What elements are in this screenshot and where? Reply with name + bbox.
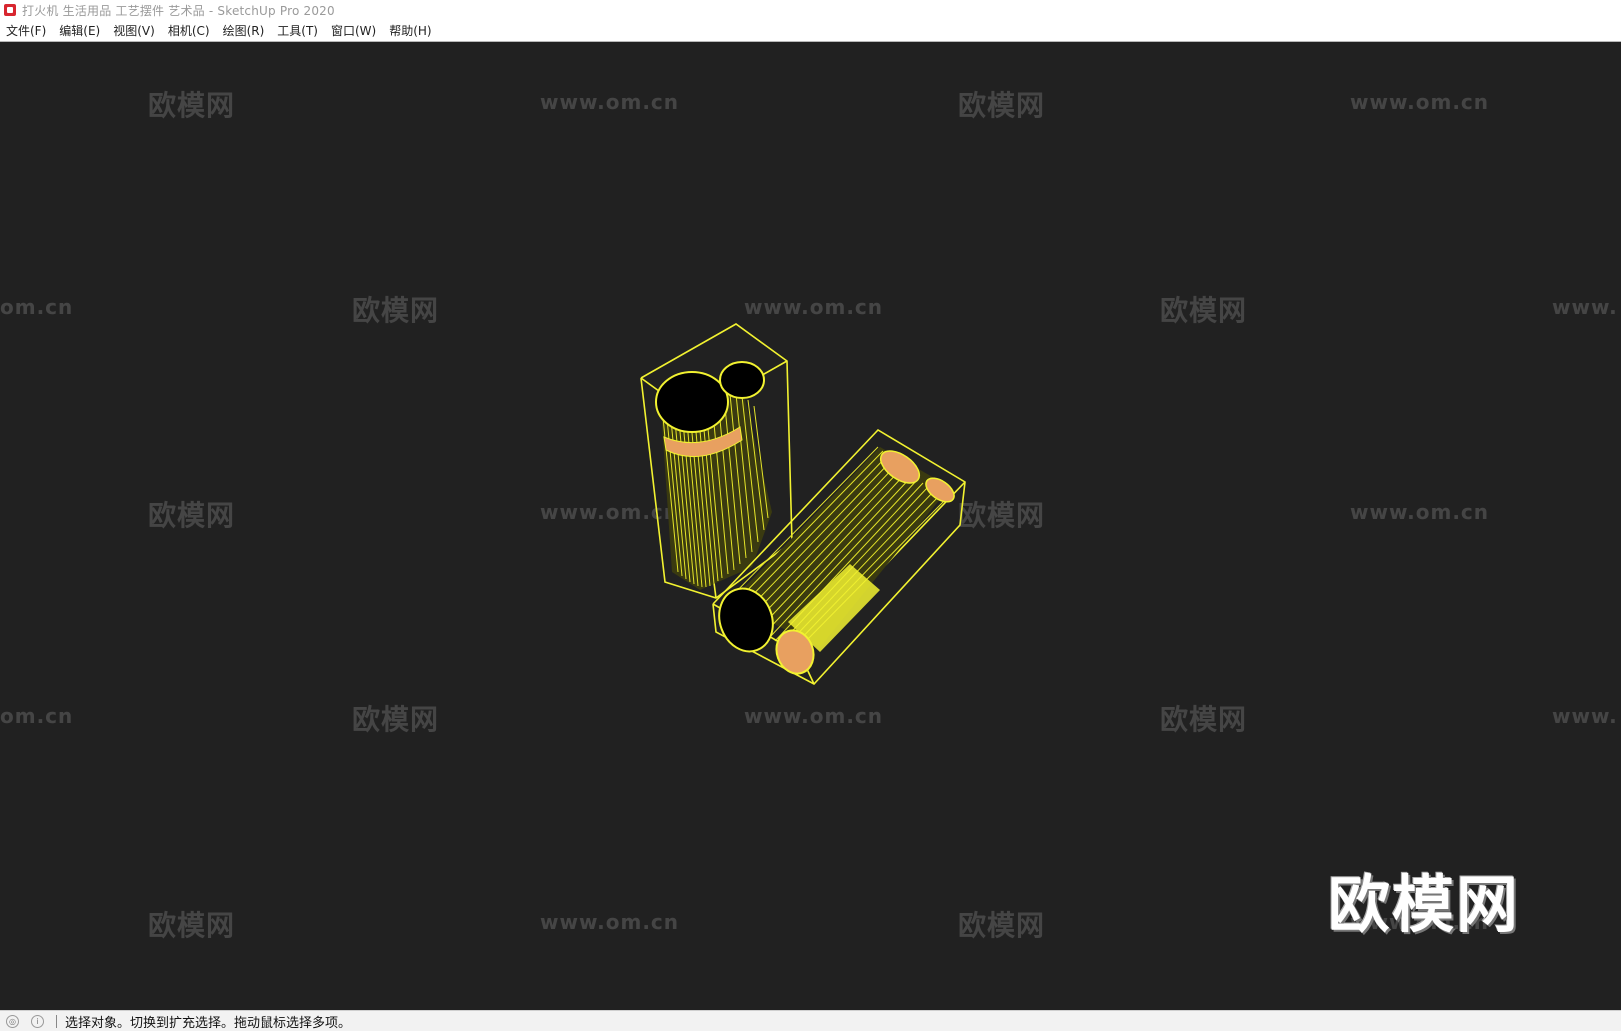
info-icon[interactable]: i <box>31 1014 44 1028</box>
sketchup-icon <box>4 4 16 16</box>
menu-help[interactable]: 帮助(H) <box>383 22 437 39</box>
menu-window[interactable]: 窗口(W) <box>325 22 382 39</box>
status-text: 选择对象。切换到扩充选择。拖动鼠标选择多项。 <box>65 1015 352 1031</box>
menu-edit[interactable]: 编辑(E) <box>53 22 106 39</box>
lighter-upright-model[interactable] <box>640 323 793 599</box>
model-viewport[interactable]: 欧模网 www.om.cn 欧模网 www.om.cn om.cn 欧模网 ww… <box>0 42 1621 1010</box>
menu-view[interactable]: 视图(V) <box>107 22 161 39</box>
geo-location-icon[interactable]: ◎ <box>6 1014 19 1028</box>
status-divider <box>56 1014 57 1028</box>
model-canvas[interactable] <box>0 42 1621 1010</box>
menu-tools[interactable]: 工具(T) <box>271 22 324 39</box>
menu-file[interactable]: 文件(F) <box>0 22 52 39</box>
menu-camera[interactable]: 相机(C) <box>162 22 216 39</box>
menu-bar: 文件(F) 编辑(E) 视图(V) 相机(C) 绘图(R) 工具(T) 窗口(W… <box>0 20 1621 42</box>
title-bar: 打火机 生活用品 工艺摆件 艺术品 - SketchUp Pro 2020 <box>0 0 1621 20</box>
menu-draw[interactable]: 绘图(R) <box>217 22 271 39</box>
status-bar: ◎ i 选择对象。切换到扩充选择。拖动鼠标选择多项。 <box>0 1010 1621 1031</box>
window-title: 打火机 生活用品 工艺摆件 艺术品 - SketchUp Pro 2020 <box>22 3 335 18</box>
